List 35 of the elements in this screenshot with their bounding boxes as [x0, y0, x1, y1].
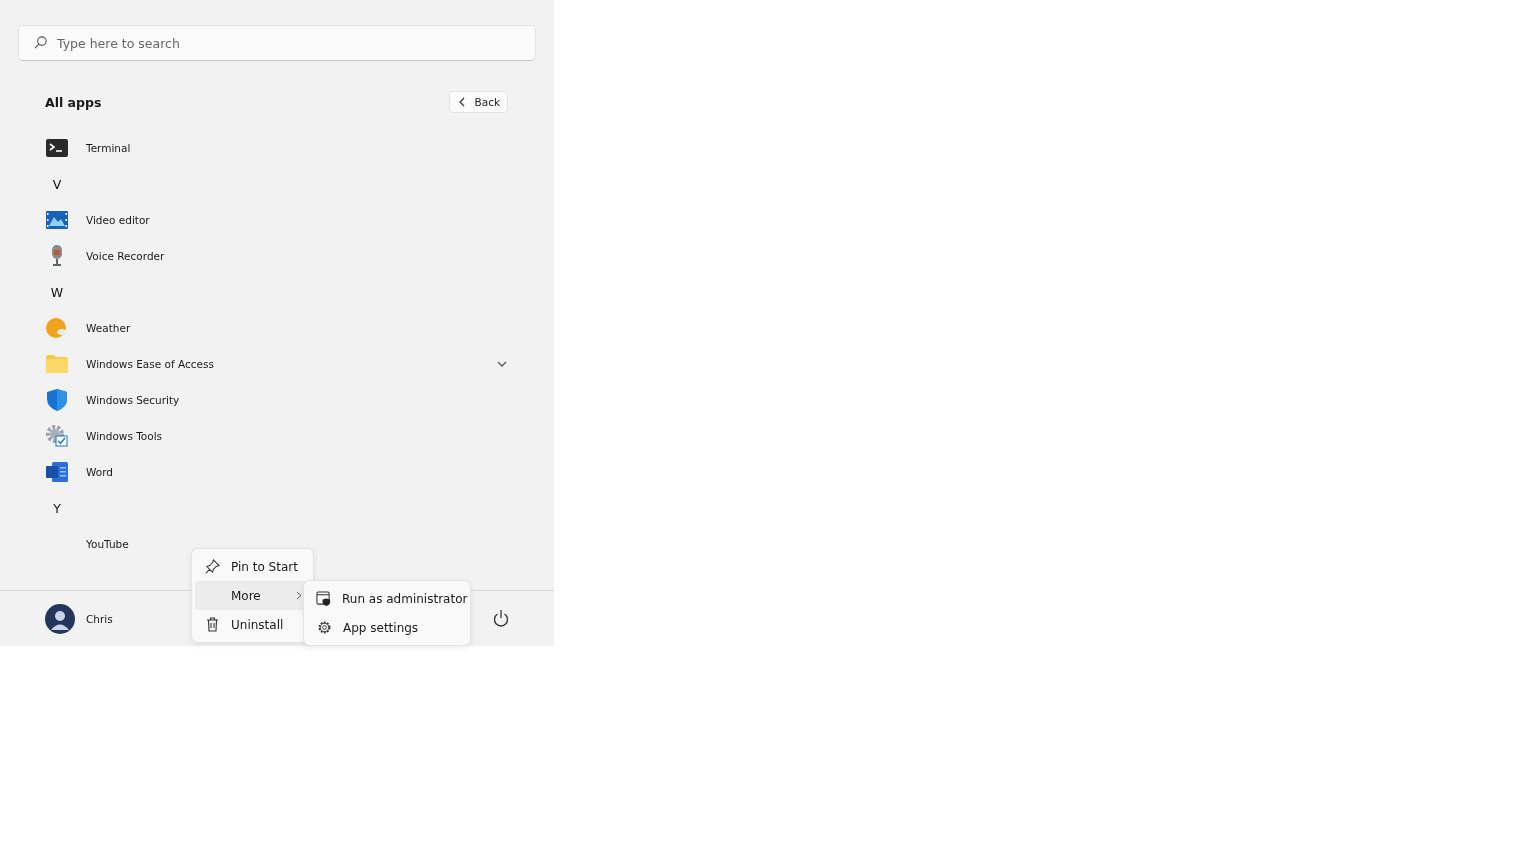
app-list-item[interactable]: Weather [45, 310, 515, 346]
app-list-item[interactable]: Video editor [45, 202, 515, 238]
app-list-item[interactable]: Voice Recorder [45, 238, 515, 274]
terminal-icon [46, 139, 68, 157]
word-document-icon [46, 462, 68, 482]
search-field[interactable]: Type here to search [18, 25, 536, 61]
power-icon[interactable] [493, 610, 509, 627]
folder-icon [46, 355, 68, 373]
app-list-item[interactable]: Windows Security [45, 382, 515, 418]
window-shield-icon [316, 591, 331, 606]
chevron-right-icon [295, 591, 302, 600]
film-icon [46, 211, 68, 229]
app-list-item[interactable]: Terminal [45, 130, 515, 166]
chevron-down-icon[interactable] [497, 360, 507, 368]
app-list-item[interactable]: Windows Tools [45, 418, 515, 454]
pin-icon [204, 559, 220, 574]
letter-heading[interactable]: V [45, 176, 69, 192]
app-list-item[interactable]: Windows Ease of Access [45, 346, 515, 382]
shield-icon [47, 389, 67, 411]
user-account-button[interactable]: Chris [45, 603, 113, 634]
letter-heading[interactable]: Y [45, 500, 69, 516]
menu-item[interactable]: Run as administrator [307, 584, 467, 613]
section-title: All apps [45, 94, 102, 110]
back-button[interactable]: Back [448, 91, 508, 113]
avatar-icon [45, 603, 75, 634]
gear-checkbox-icon [46, 425, 68, 447]
settings-icon [316, 620, 332, 635]
sun-cloud-icon [46, 317, 68, 339]
letter-heading[interactable]: W [45, 284, 69, 300]
microphone-icon [50, 245, 64, 267]
menu-item[interactable]: App settings [307, 613, 467, 642]
app-list-item[interactable]: Word [45, 454, 515, 490]
menu-item[interactable]: Uninstall [195, 610, 310, 639]
trash-icon [205, 617, 219, 632]
chevron-left-icon [457, 97, 466, 107]
